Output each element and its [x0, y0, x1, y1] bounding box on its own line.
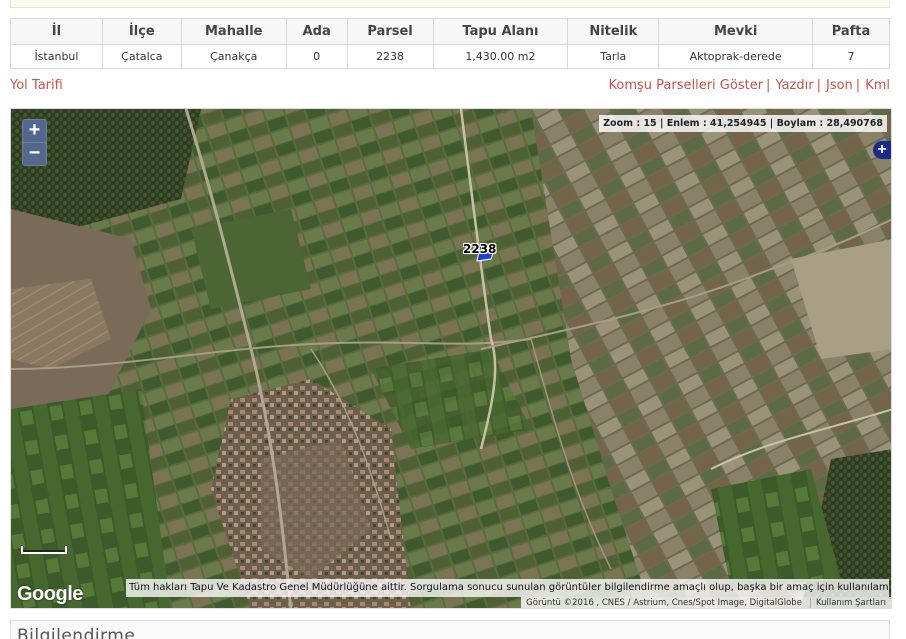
- copyright-notice: Tüm hakları Tapu Ve Kadastro Genel Müdür…: [126, 579, 889, 597]
- google-logo: Google: [17, 583, 83, 605]
- export-links: Komşu Parselleri Göster | Yazdır | Json | Kml: [609, 78, 890, 93]
- cell-ilce: Çatalca: [101, 44, 182, 69]
- header-ada: Ada: [285, 18, 348, 45]
- header-il: İl: [10, 18, 103, 45]
- link-separator: |: [766, 78, 771, 93]
- parcel-label: 2238: [463, 242, 497, 256]
- table-row: İstanbul Çatalca Çanakça 0 2238 1,430.00…: [10, 44, 890, 69]
- cell-pafta: 7: [812, 44, 890, 69]
- layer-switcher-button[interactable]: +: [873, 141, 891, 159]
- scale-bar: [21, 546, 67, 554]
- zoom-out-button[interactable]: −: [23, 143, 46, 165]
- header-tapu-alani: Tapu Alanı: [432, 18, 569, 45]
- print-link[interactable]: Yazdır: [775, 78, 813, 93]
- top-panel-edge: [10, 0, 890, 8]
- header-parsel: Parsel: [346, 18, 434, 45]
- header-ilce: İlçe: [101, 18, 182, 45]
- parcel-info-table: İl İlçe Mahalle Ada Parsel Tapu Alanı Ni…: [10, 18, 890, 69]
- json-link[interactable]: Json: [826, 78, 853, 93]
- header-nitelik: Nitelik: [567, 18, 660, 45]
- cell-parsel: 2238: [346, 44, 434, 69]
- attribution-text: Görüntü ©2016 , CNES / Astrium, Cnes/Spo…: [526, 598, 802, 608]
- link-separator: |: [855, 78, 861, 93]
- cell-nitelik: Tarla: [567, 44, 660, 69]
- zoom-control: + −: [22, 119, 47, 166]
- neighbor-parcels-link[interactable]: Komşu Parselleri Göster: [609, 78, 764, 93]
- header-pafta: Pafta: [812, 18, 890, 45]
- coordinate-readout: Zoom : 15 | Enlem : 41,254945 | Boylam :…: [599, 115, 887, 132]
- info-panel-title: Bilgilendirme: [17, 626, 136, 639]
- cell-tapu-alani: 1,430.00 m2: [432, 44, 569, 69]
- cell-ada: 0: [285, 44, 348, 69]
- cell-mahalle: Çanakça: [180, 44, 287, 69]
- zoom-in-button[interactable]: +: [23, 120, 46, 142]
- header-mahalle: Mahalle: [180, 18, 287, 45]
- directions-link[interactable]: Yol Tarifi: [10, 78, 63, 93]
- table-header-row: İl İlçe Mahalle Ada Parsel Tapu Alanı Ni…: [10, 18, 890, 45]
- satellite-imagery: [11, 109, 891, 608]
- cell-il: İstanbul: [10, 44, 103, 69]
- cell-mevki: Aktoprak-derede: [658, 44, 814, 69]
- info-panel: Bilgilendirme: [10, 620, 890, 639]
- header-mevki: Mevki: [658, 18, 814, 45]
- terms-of-use-link[interactable]: Kullanım Şartları: [809, 598, 886, 608]
- imagery-attribution: Görüntü ©2016 , CNES / Astrium, Cnes/Spo…: [521, 597, 891, 608]
- scale-bar-inner: [23, 547, 65, 552]
- kml-link[interactable]: Kml: [865, 78, 890, 93]
- satellite-map[interactable]: + − Zoom : 15 | Enlem : 41,254945 | Boyl…: [10, 108, 892, 609]
- action-links-row: Yol Tarifi Komşu Parselleri Göster | Yazdı…: [10, 78, 890, 98]
- link-separator: |: [816, 78, 821, 93]
